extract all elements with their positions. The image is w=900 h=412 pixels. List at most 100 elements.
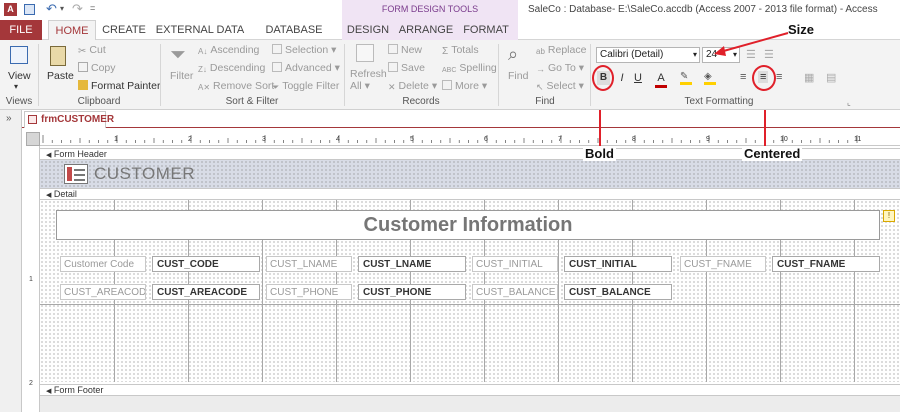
italic-button[interactable]: I [616,71,628,85]
ruler-number: 5 [410,136,414,143]
remove-sort-icon: A✕ [198,83,211,92]
paste-button[interactable]: Paste [47,70,74,82]
form-editor: » frmCUSTOMER 1 2 3 4 5 6 7 8 9 10 11 1 2 ◀ Form H… [0,110,900,412]
tab-external-data[interactable]: EXTERNAL DATA [155,20,245,40]
form-footer-section[interactable] [40,396,900,412]
section-label: Form Header [53,149,107,159]
new-record-button[interactable]: New [388,44,422,56]
separator [590,44,591,106]
section-bar-form-footer[interactable]: ◀ Form Footer [40,384,900,396]
ruler-number: 9 [706,136,710,143]
expand-nav-icon[interactable]: » [6,113,12,124]
section-bar-detail[interactable]: ◀ Detail [40,188,900,200]
find-button[interactable]: Find [508,70,528,82]
label-cust-fname[interactable]: CUST_FNAME [680,256,766,272]
background-color-icon[interactable]: ◈ [704,71,716,85]
refresh-all-button[interactable]: Refresh All ▾ [350,68,387,92]
tab-design[interactable]: DESIGN [344,20,392,40]
info-title-label[interactable]: Customer Information [56,210,880,240]
font-color-button[interactable]: A [655,71,667,88]
align-right-icon[interactable]: ≡ [776,71,782,83]
conditional-format-icon[interactable]: ▤ [826,71,836,84]
remove-sort-button[interactable]: A✕ Remove Sort [198,80,274,92]
label-cust-initial[interactable]: CUST_INITIAL [472,256,558,272]
textbox-cust-initial[interactable]: CUST_INITIAL [564,256,672,272]
form-header-section[interactable]: CUSTOMER [40,160,900,188]
copy-label: Copy [91,62,116,74]
number-format-icon[interactable]: ▦ [804,71,814,84]
filter-button[interactable]: Filter [170,70,193,82]
separator [38,44,39,106]
doc-tab-label: frmCUSTOMER [41,114,115,125]
advanced-button[interactable]: Advanced ▾ [272,62,340,74]
detail-section[interactable]: Customer Information ! Customer Code CUS… [40,200,900,382]
redo-icon[interactable]: ↷ [72,1,83,17]
align-left-icon[interactable]: ≡ [740,71,746,83]
tab-home[interactable]: HOME [48,20,96,41]
label-cust-lname[interactable]: CUST_LNAME [266,256,352,272]
section-arrow-icon: ◀ [46,192,52,199]
more-button[interactable]: More ▾ [442,80,487,92]
textbox-cust-phone[interactable]: CUST_PHONE [358,284,466,300]
selection-icon [272,44,282,54]
ruler-number: 1 [114,136,118,143]
spelling-button[interactable]: ABC Spelling [442,62,497,74]
replace-button[interactable]: ab Replace [536,44,586,56]
warning-icon[interactable]: ! [883,210,895,222]
goto-button[interactable]: → Go To ▾ [536,62,584,74]
tab-database-tools[interactable]: DATABASE TOOLS [248,20,340,56]
ascending-button[interactable]: A↓ Ascending [198,44,259,56]
header-logo-icon [64,164,88,184]
textbox-cust-areacode[interactable]: CUST_AREACODE [152,284,260,300]
tab-format[interactable]: FORMAT [460,20,512,40]
header-title[interactable]: CUSTOMER [94,164,195,184]
label-cust-balance[interactable]: CUST_BALANCE [472,284,558,300]
format-painter-button[interactable]: Format Painter [78,80,160,92]
bold-annotation-arrow [599,110,601,146]
dialog-launcher-icon[interactable]: ⌞ [847,98,851,107]
customize-qat-icon[interactable]: = [90,3,95,13]
textbox-cust-balance[interactable]: CUST_BALANCE [564,284,672,300]
goto-label: Go To [548,62,576,74]
form-icon [28,115,37,124]
tab-arrange[interactable]: ARRANGE [398,20,454,40]
vertical-ruler-mark: 1 [29,276,33,283]
textbox-cust-lname[interactable]: CUST_LNAME [358,256,466,272]
label-cust-areacode[interactable]: CUST_AREACODE [60,284,146,300]
highlight-color-icon[interactable]: ✎ [680,71,692,85]
undo-icon[interactable]: ↶ [46,1,57,17]
navigation-pane-collapsed[interactable]: » [0,110,22,412]
label-customer-code[interactable]: Customer Code [60,256,146,272]
save-icon[interactable] [24,4,35,15]
tab-file[interactable]: FILE [0,20,42,40]
selection-button[interactable]: Selection ▾ [272,44,336,56]
textbox-cust-code[interactable]: CUST_CODE [152,256,260,272]
undo-dropdown-icon[interactable]: ▾ [60,4,64,13]
form-selector[interactable] [26,132,40,146]
select-button[interactable]: ↖ Select ▾ [536,80,584,93]
group-label-records: Records [402,96,440,107]
save-record-button[interactable]: Save [388,62,425,74]
ascending-label: Ascending [210,44,260,56]
view-button[interactable]: View [8,70,31,82]
descending-label: Descending [209,62,266,74]
tab-create[interactable]: CREATE [100,20,148,40]
replace-label: Replace [547,44,587,56]
font-name-combo[interactable]: Calibri (Detail) ▾ [596,47,700,63]
spelling-icon: ABC [442,67,457,74]
view-dropdown-icon[interactable]: ▾ [14,82,18,91]
descending-button[interactable]: Z↓ Descending [198,62,265,74]
selection-label: Selection [285,44,329,56]
doc-tab-frmcustomer[interactable]: frmCUSTOMER [24,111,114,128]
delete-record-button[interactable]: ✕ Delete ▾ [388,80,437,93]
toggle-filter-button[interactable]: ⏷ Toggle Filter [272,80,339,93]
totals-button[interactable]: Σ Totals [442,44,479,57]
contextual-group-label: FORM DESIGN TOOLS [381,4,479,14]
textbox-cust-fname[interactable]: CUST_FNAME [772,256,880,272]
group-label-text-formatting: Text Formatting [684,96,754,107]
window-title: SaleCo : Database- E:\SaleCo.accdb (Acce… [528,4,878,15]
underline-button[interactable]: U [632,71,644,85]
label-cust-phone[interactable]: CUST_PHONE [266,284,352,300]
cut-button[interactable]: ✂ Cut [78,44,106,57]
copy-button[interactable]: Copy [78,62,116,74]
